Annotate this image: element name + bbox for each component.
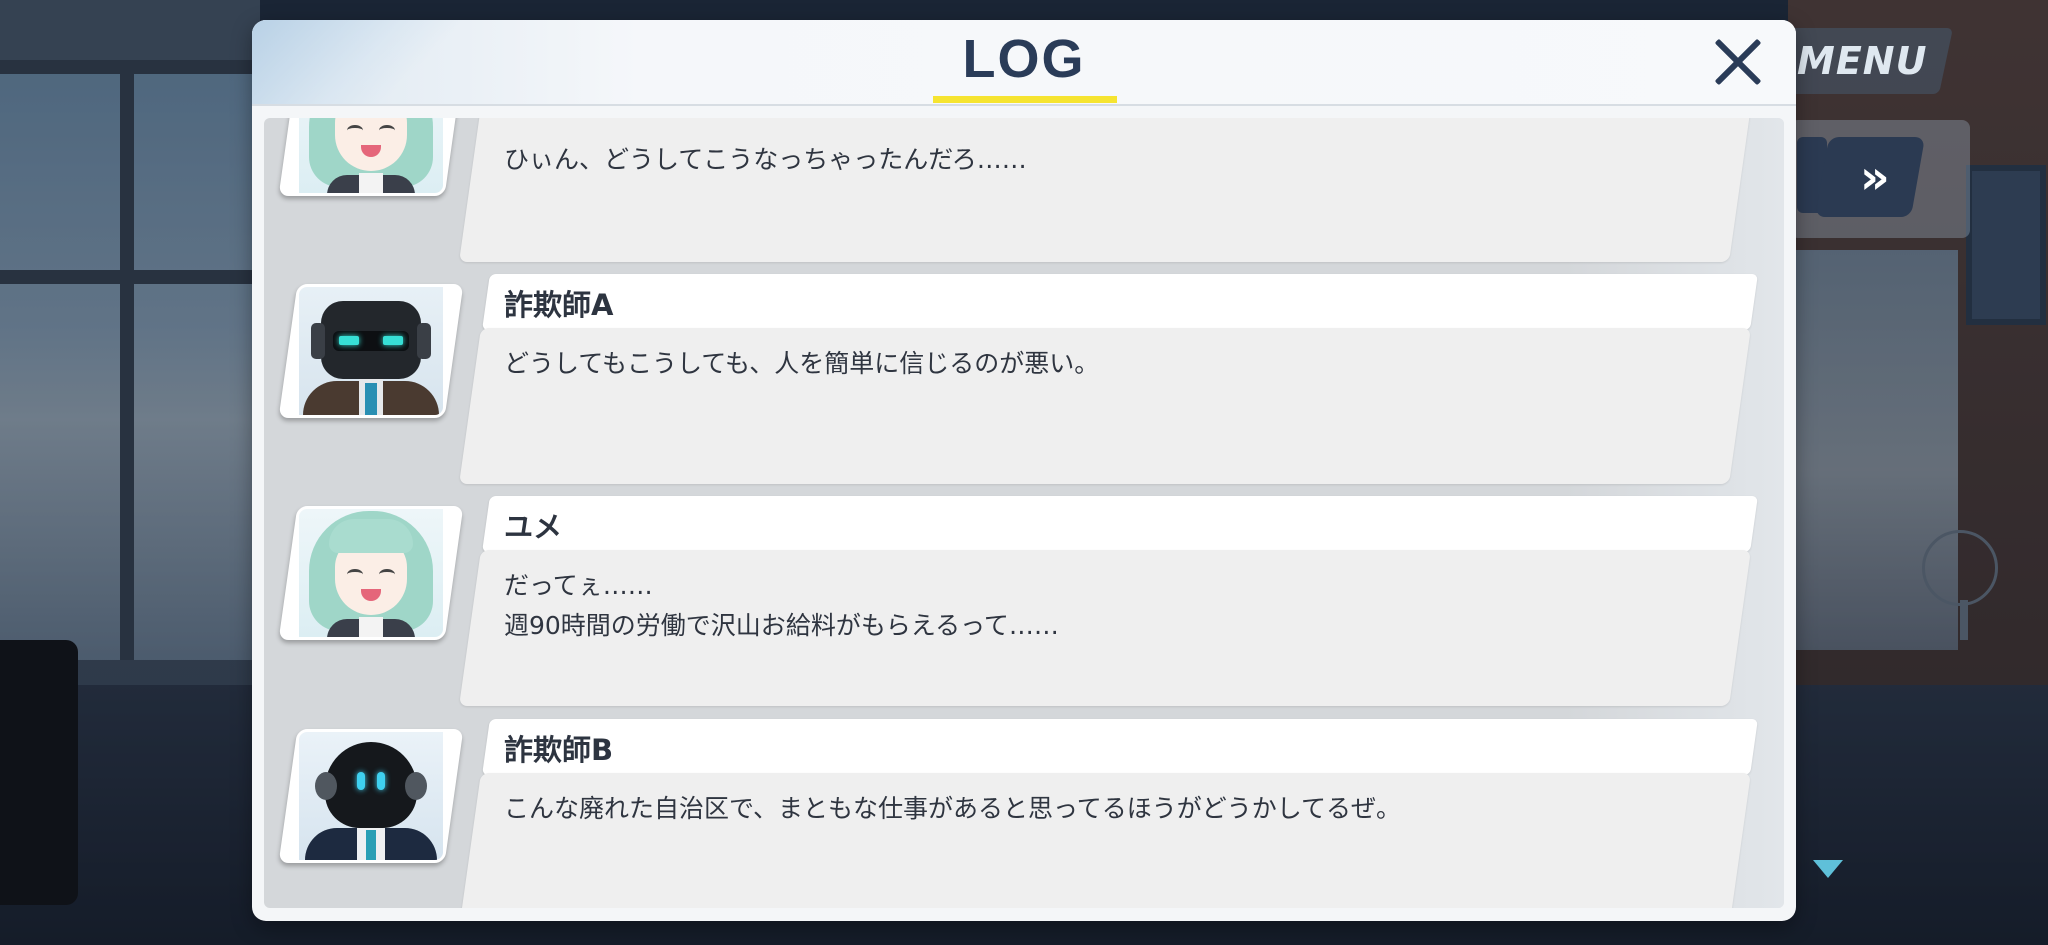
robot-a-avatar	[299, 287, 443, 415]
yume-avatar	[299, 118, 443, 193]
speaker-name: ユメ	[504, 510, 563, 544]
speaker-name-bar	[482, 274, 1758, 330]
dialogue-line: どうしてもこうしても、人を簡単に信じるのが悪い。	[504, 349, 1100, 378]
log-entry: ユメ だってぇ…… 週90時間の労働で沢山お給料がもらえるって……	[264, 496, 1784, 708]
fast-forward-icon: »	[1860, 150, 1880, 204]
log-entry: ひぃん、どうしてこうなっちゃったんだろ……	[264, 118, 1784, 264]
fast-forward-button[interactable]: »	[1814, 137, 1926, 217]
log-list[interactable]: ひぃん、どうしてこうなっちゃったんだろ…… 詐欺師A どうしてもこうしても、人を…	[264, 118, 1784, 908]
yume-avatar	[299, 509, 443, 637]
robot-b-avatar	[299, 732, 443, 860]
log-entry: 詐欺師B こんな廃れた自治区で、まともな仕事があると思ってるほうがどうかしてるぜ…	[264, 719, 1784, 908]
speaker-name-bar	[482, 496, 1758, 552]
menu-button[interactable]: MENU	[1770, 28, 1954, 94]
dialogue-line: こんな廃れた自治区で、まともな仕事があると思ってるほうがどうかしてるぜ。	[504, 794, 1402, 823]
speaker-name-bar	[482, 719, 1758, 775]
advance-arrow-icon	[1813, 860, 1843, 878]
speaker-portrait	[278, 284, 464, 418]
log-panel: LOG ひぃん、どうしてこうなっちゃったんだろ…… 詐欺師A どうしてもこうして…	[252, 20, 1796, 921]
close-button[interactable]	[1710, 34, 1766, 90]
log-header: LOG	[252, 20, 1796, 106]
title-underline	[933, 96, 1117, 103]
speaker-portrait	[278, 729, 464, 863]
log-entry: 詐欺師A どうしてもこうしても、人を簡単に信じるのが悪い。	[264, 274, 1784, 486]
dialogue-line: 週90時間の労働で沢山お給料がもらえるって……	[504, 611, 1059, 640]
dialogue-line: だってぇ……	[504, 571, 653, 600]
speaker-name: 詐欺師A	[504, 288, 614, 322]
speaker-portrait	[278, 118, 464, 196]
dialogue-line: ひぃん、どうしてこうなっちゃったんだろ……	[504, 145, 1027, 174]
speaker-name: 詐欺師B	[504, 733, 614, 767]
speaker-portrait	[278, 506, 464, 640]
log-title: LOG	[962, 29, 1086, 89]
